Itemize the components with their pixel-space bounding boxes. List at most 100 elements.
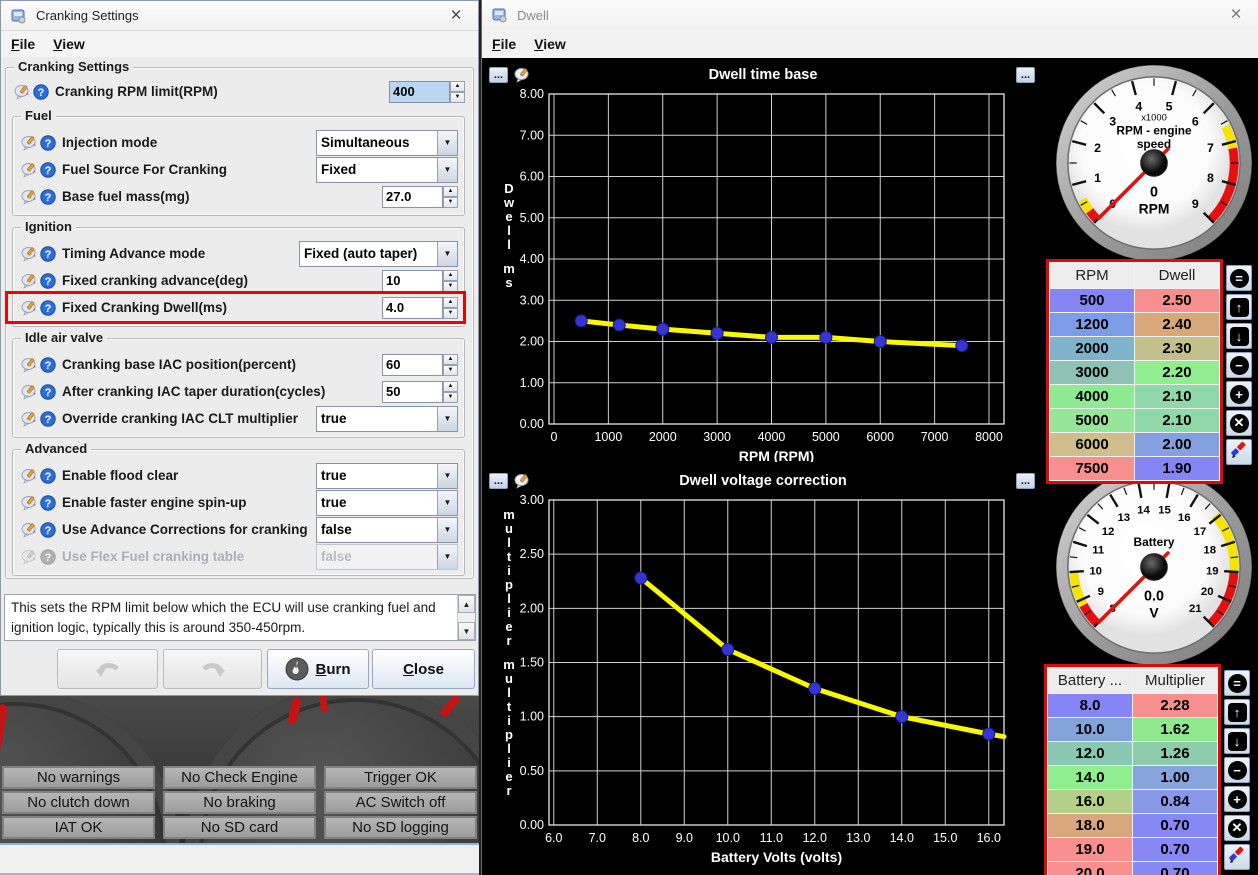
chart-point[interactable] bbox=[575, 315, 587, 327]
table-cell[interactable]: 2000 bbox=[1050, 337, 1135, 361]
table-cell[interactable]: 0.84 bbox=[1133, 790, 1218, 814]
dropdown-value[interactable]: true bbox=[317, 464, 437, 488]
edit-bubble-icon[interactable] bbox=[21, 384, 38, 400]
indicator-no-check-engine[interactable]: No Check Engine bbox=[163, 766, 316, 789]
spinner-down-icon[interactable]: ▼ bbox=[443, 197, 458, 208]
down-button[interactable]: ↓ bbox=[1226, 323, 1252, 349]
chart-point[interactable] bbox=[635, 572, 647, 584]
indicator-no-sd-logging[interactable]: No SD logging bbox=[324, 816, 477, 839]
table-cell[interactable]: 3000 bbox=[1050, 361, 1135, 385]
edit-bubble-icon[interactable] bbox=[514, 473, 531, 489]
table-cell[interactable]: 2.50 bbox=[1135, 289, 1220, 313]
edit-bubble-icon[interactable] bbox=[21, 357, 38, 373]
table-cell[interactable]: 1.00 bbox=[1133, 766, 1218, 790]
help-question-icon[interactable]: ? bbox=[40, 411, 57, 427]
chart-point[interactable] bbox=[613, 319, 625, 331]
table-cell[interactable]: 19.0 bbox=[1048, 838, 1133, 862]
help-question-icon[interactable]: ? bbox=[40, 189, 57, 205]
spinner-down-icon[interactable]: ▼ bbox=[443, 308, 458, 319]
table-cell[interactable]: 2.20 bbox=[1135, 361, 1220, 385]
help-question-icon[interactable]: ? bbox=[40, 495, 57, 511]
chart-point[interactable] bbox=[722, 644, 734, 656]
table-cell[interactable]: 2.00 bbox=[1135, 433, 1220, 457]
help-question-icon[interactable]: ? bbox=[33, 84, 50, 100]
number-input[interactable]: 27.0 bbox=[382, 186, 443, 208]
edit-bubble-icon[interactable] bbox=[21, 549, 38, 565]
help-question-icon[interactable]: ? bbox=[40, 162, 57, 178]
table-cell[interactable]: 6000 bbox=[1050, 433, 1135, 457]
scroll-up-icon[interactable]: ▲ bbox=[458, 595, 475, 613]
table-cell[interactable]: 2.28 bbox=[1133, 694, 1218, 718]
edit-bubble-icon[interactable] bbox=[21, 135, 38, 151]
edit-bubble-icon[interactable] bbox=[21, 189, 38, 205]
chart-plot[interactable]: 0.000.501.001.502.002.503.006.07.08.09.0… bbox=[487, 494, 1039, 872]
chart-point[interactable] bbox=[983, 728, 995, 740]
chevron-down-icon[interactable]: ▼ bbox=[437, 545, 457, 569]
chevron-down-icon[interactable]: ▼ bbox=[437, 242, 457, 266]
table-cell[interactable]: 2.10 bbox=[1135, 385, 1220, 409]
close-icon[interactable]: × bbox=[1222, 4, 1250, 26]
dropdown-value[interactable]: Fixed bbox=[317, 158, 437, 182]
table-cell[interactable]: 18.0 bbox=[1048, 814, 1133, 838]
spinner-down-icon[interactable]: ▼ bbox=[443, 365, 458, 376]
indicator-trigger-ok[interactable]: Trigger OK bbox=[324, 766, 477, 789]
edit-bubble-icon[interactable] bbox=[21, 495, 38, 511]
pencil-button[interactable] bbox=[1226, 439, 1252, 465]
pencil-button[interactable] bbox=[1224, 844, 1250, 870]
burn-button[interactable]: Burn bbox=[267, 649, 369, 689]
dropdown[interactable]: true▼ bbox=[316, 406, 458, 432]
spinner-down-icon[interactable]: ▼ bbox=[443, 281, 458, 292]
table-cell[interactable]: 20.0 bbox=[1048, 862, 1133, 875]
chart-point[interactable] bbox=[874, 336, 886, 348]
help-question-icon[interactable]: ? bbox=[40, 522, 57, 538]
close-button[interactable]: Close bbox=[372, 649, 475, 689]
table-cell[interactable]: 2.10 bbox=[1135, 409, 1220, 433]
table-cell[interactable]: 0.70 bbox=[1133, 838, 1218, 862]
chart-menu-button[interactable]: ... bbox=[1016, 473, 1035, 489]
edit-bubble-icon[interactable] bbox=[21, 162, 38, 178]
menu-file[interactable]: File bbox=[492, 36, 516, 52]
help-question-icon[interactable]: ? bbox=[40, 300, 57, 316]
dropdown-value[interactable]: false bbox=[317, 545, 437, 569]
spinner-up-icon[interactable]: ▲ bbox=[443, 186, 458, 197]
chevron-down-icon[interactable]: ▼ bbox=[437, 464, 457, 488]
chevron-down-icon[interactable]: ▼ bbox=[437, 518, 457, 542]
table-cell[interactable]: 12.0 bbox=[1048, 742, 1133, 766]
table-cell[interactable]: 7500 bbox=[1050, 457, 1135, 481]
chevron-down-icon[interactable]: ▼ bbox=[437, 131, 457, 155]
help-scrollbar[interactable]: ▲▼ bbox=[457, 595, 475, 640]
table-cell[interactable]: 500 bbox=[1050, 289, 1135, 313]
dropdown-value[interactable]: false bbox=[317, 518, 437, 542]
dropdown-value[interactable]: Fixed (auto taper) bbox=[300, 242, 437, 266]
chart-point[interactable] bbox=[657, 323, 669, 335]
indicator-no-clutch-down[interactable]: No clutch down bbox=[2, 791, 155, 814]
spinner-up-icon[interactable]: ▲ bbox=[443, 297, 458, 308]
help-question-icon[interactable]: ? bbox=[40, 384, 57, 400]
close-button[interactable]: ✕ bbox=[1224, 815, 1250, 841]
table-cell[interactable]: 1.26 bbox=[1133, 742, 1218, 766]
plus-button[interactable]: + bbox=[1224, 786, 1250, 812]
redo-button[interactable] bbox=[163, 649, 262, 689]
help-question-icon[interactable]: ? bbox=[40, 135, 57, 151]
chevron-down-icon[interactable]: ▼ bbox=[437, 491, 457, 515]
table-cell[interactable]: 14.0 bbox=[1048, 766, 1133, 790]
chart-menu-button[interactable]: ... bbox=[489, 473, 508, 489]
spinner-down-icon[interactable]: ▼ bbox=[443, 392, 458, 403]
chart-point[interactable] bbox=[711, 327, 723, 339]
number-input[interactable]: 60 bbox=[382, 354, 443, 376]
edit-bubble-icon[interactable] bbox=[21, 246, 38, 262]
table-cell[interactable]: 10.0 bbox=[1048, 718, 1133, 742]
edit-bubble-icon[interactable] bbox=[21, 411, 38, 427]
equals-button[interactable]: = bbox=[1224, 670, 1250, 696]
dropdown[interactable]: Fixed▼ bbox=[316, 157, 458, 183]
spinner-up-icon[interactable]: ▲ bbox=[443, 270, 458, 281]
chevron-down-icon[interactable]: ▼ bbox=[437, 407, 457, 431]
dropdown[interactable]: false▼ bbox=[316, 544, 458, 570]
close-button[interactable]: ✕ bbox=[1226, 410, 1252, 436]
chart-menu-button[interactable]: ... bbox=[1016, 67, 1035, 83]
dropdown-value[interactable]: true bbox=[317, 407, 437, 431]
dropdown[interactable]: Simultaneous▼ bbox=[316, 130, 458, 156]
dropdown-value[interactable]: true bbox=[317, 491, 437, 515]
number-input[interactable]: 50 bbox=[382, 381, 443, 403]
number-input[interactable]: 4.0 bbox=[382, 297, 443, 319]
